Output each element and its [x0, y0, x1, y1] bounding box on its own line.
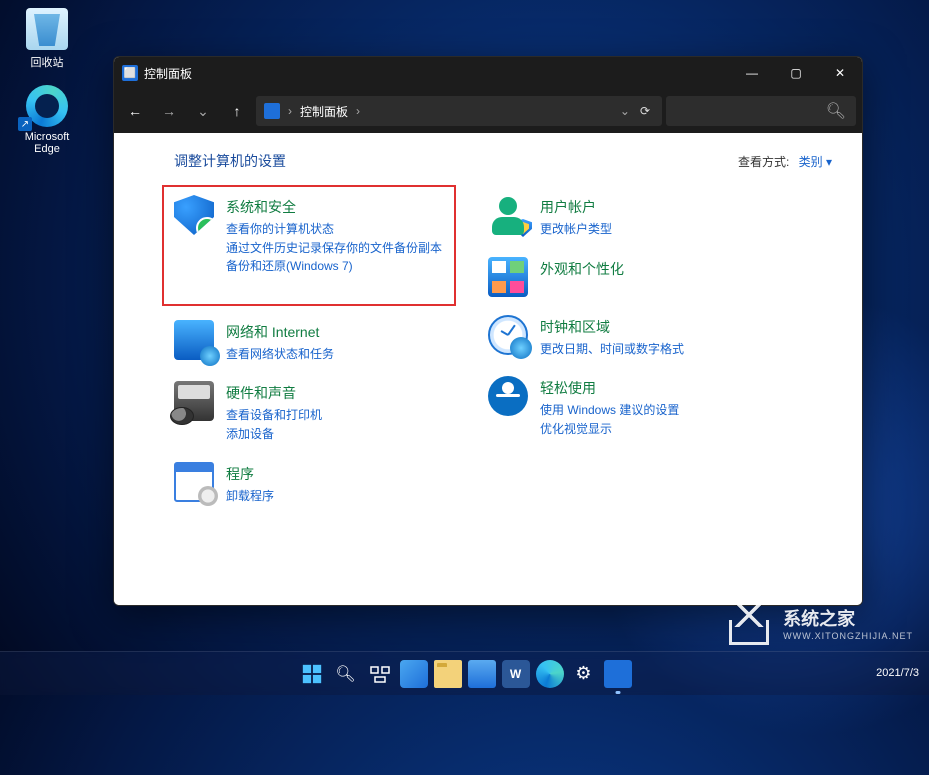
nav-back-button[interactable]: ← [120, 96, 150, 126]
recycle-bin-label: 回收站 [12, 54, 82, 70]
category-hardware: 硬件和声音 查看设备和打印机 添加设备 [174, 381, 444, 443]
tray-date: 2021/7/3 [876, 667, 919, 679]
accessibility-icon[interactable] [488, 376, 528, 416]
system-tray[interactable]: 2021/7/3 [876, 651, 919, 695]
address-bar: ← → ⌄ ↑ › 控制面板 › ⌄ ⟳ 🔍︎ [114, 89, 862, 133]
control-panel-icon: ⬜ [122, 65, 138, 81]
hardware-icon[interactable] [174, 381, 214, 421]
view-mode: 查看方式: 类别 ▾ [738, 153, 832, 170]
category-user-accounts: 用户帐户 更改帐户类型 [488, 195, 758, 239]
nav-recent-button[interactable]: ⌄ [188, 96, 218, 126]
taskbar-store-button[interactable] [468, 660, 496, 688]
link-windows-recommended[interactable]: 使用 Windows 建议的设置 [540, 401, 679, 420]
taskbar: 🔍︎ W ⚙ [0, 651, 929, 695]
windows-logo-icon [301, 663, 323, 685]
watermark: 系统之家 WWW.XITONGZHIJIA.NET [723, 601, 913, 645]
recycle-bin-icon [26, 8, 68, 50]
edge-label: Microsoft Edge [12, 131, 82, 155]
chevron-right-icon: › [288, 104, 292, 118]
category-link-clock-region[interactable]: 时钟和区域 [540, 317, 684, 337]
page-title: 调整计算机的设置 [174, 151, 286, 171]
network-icon[interactable] [174, 320, 214, 360]
category-link-system-security[interactable]: 系统和安全 [226, 197, 442, 217]
link-computer-status[interactable]: 查看你的计算机状态 [226, 220, 442, 239]
minimize-button[interactable]: — [730, 57, 774, 89]
taskbar-settings-button[interactable]: ⚙ [570, 660, 598, 688]
link-change-date-time[interactable]: 更改日期、时间或数字格式 [540, 340, 684, 359]
category-link-ease-of-access[interactable]: 轻松使用 [540, 378, 679, 398]
appearance-icon[interactable] [488, 257, 528, 297]
task-view-icon [370, 664, 390, 684]
taskbar-search-button[interactable]: 🔍︎ [332, 660, 360, 688]
taskbar-task-view-button[interactable] [366, 660, 394, 688]
clock-icon[interactable] [488, 315, 528, 355]
desktop-icon-edge[interactable]: ↗ Microsoft Edge [12, 85, 82, 155]
nav-up-button[interactable]: ↑ [222, 96, 252, 126]
taskbar-control-panel-button[interactable] [604, 660, 632, 688]
window-title: 控制面板 [144, 65, 192, 82]
taskbar-widgets-button[interactable] [400, 660, 428, 688]
titlebar[interactable]: ⬜ 控制面板 — ▢ ✕ [114, 57, 862, 89]
watermark-url: WWW.XITONGZHIJIA.NET [783, 631, 913, 641]
category-system-security: 系统和安全 查看你的计算机状态 通过文件历史记录保存你的文件备份副本 备份和还原… [174, 195, 444, 276]
link-backup-restore-win7[interactable]: 备份和还原(Windows 7) [226, 257, 442, 276]
link-network-status[interactable]: 查看网络状态和任务 [226, 345, 334, 364]
start-button[interactable] [298, 660, 326, 688]
maximize-button[interactable]: ▢ [774, 57, 818, 89]
category-link-hardware[interactable]: 硬件和声音 [226, 383, 322, 403]
breadcrumb-dropdown-icon[interactable]: ⌄ [620, 104, 630, 118]
shortcut-badge-icon: ↗ [18, 117, 32, 131]
view-mode-label: 查看方式: [738, 155, 789, 169]
programs-icon[interactable] [174, 462, 214, 502]
link-add-device[interactable]: 添加设备 [226, 425, 322, 444]
taskbar-file-explorer-button[interactable] [434, 660, 462, 688]
nav-forward-button[interactable]: → [154, 96, 184, 126]
desktop-icon-recycle-bin[interactable]: 回收站 [12, 8, 82, 70]
content-area: 调整计算机的设置 查看方式: 类别 ▾ 系统和安全 查看你的计算机状态 通过文件… [114, 133, 862, 605]
breadcrumb[interactable]: › 控制面板 › ⌄ ⟳ [256, 96, 662, 126]
category-programs: 程序 卸载程序 [174, 462, 444, 506]
category-clock-region: 时钟和区域 更改日期、时间或数字格式 [488, 315, 758, 359]
watermark-text: 系统之家 [783, 609, 855, 629]
category-appearance: 外观和个性化 [488, 257, 758, 297]
view-mode-dropdown[interactable]: 类别 ▾ [799, 155, 832, 169]
edge-icon [26, 85, 68, 127]
link-file-history-backup[interactable]: 通过文件历史记录保存你的文件备份副本 [226, 239, 442, 258]
chevron-right-icon: › [356, 104, 360, 118]
highlight-box: 系统和安全 查看你的计算机状态 通过文件历史记录保存你的文件备份副本 备份和还原… [162, 185, 456, 306]
shield-icon[interactable] [174, 195, 214, 235]
link-optimize-visual[interactable]: 优化视觉显示 [540, 420, 679, 439]
link-change-account-type[interactable]: 更改帐户类型 [540, 220, 612, 239]
category-link-user-accounts[interactable]: 用户帐户 [540, 197, 612, 217]
category-ease-of-access: 轻松使用 使用 Windows 建议的设置 优化视觉显示 [488, 376, 758, 438]
search-icon: 🔍︎ [826, 101, 846, 121]
taskbar-edge-button[interactable] [536, 660, 564, 688]
category-network: 网络和 Internet 查看网络状态和任务 [174, 320, 444, 364]
watermark-logo-icon [723, 601, 775, 645]
category-link-network[interactable]: 网络和 Internet [226, 322, 334, 342]
control-panel-window: ⬜ 控制面板 — ▢ ✕ ← → ⌄ ↑ › 控制面板 › ⌄ ⟳ 🔍︎ 调整计… [113, 56, 863, 606]
search-input[interactable]: 🔍︎ [666, 96, 856, 126]
control-panel-small-icon [264, 103, 280, 119]
link-uninstall-program[interactable]: 卸载程序 [226, 487, 274, 506]
link-devices-printers[interactable]: 查看设备和打印机 [226, 406, 322, 425]
user-account-icon[interactable] [488, 195, 528, 235]
taskbar-word-button[interactable]: W [502, 660, 530, 688]
close-button[interactable]: ✕ [818, 57, 862, 89]
category-link-programs[interactable]: 程序 [226, 464, 274, 484]
refresh-button[interactable]: ⟳ [640, 104, 650, 118]
breadcrumb-root[interactable]: 控制面板 [300, 103, 348, 120]
category-link-appearance[interactable]: 外观和个性化 [540, 259, 624, 279]
